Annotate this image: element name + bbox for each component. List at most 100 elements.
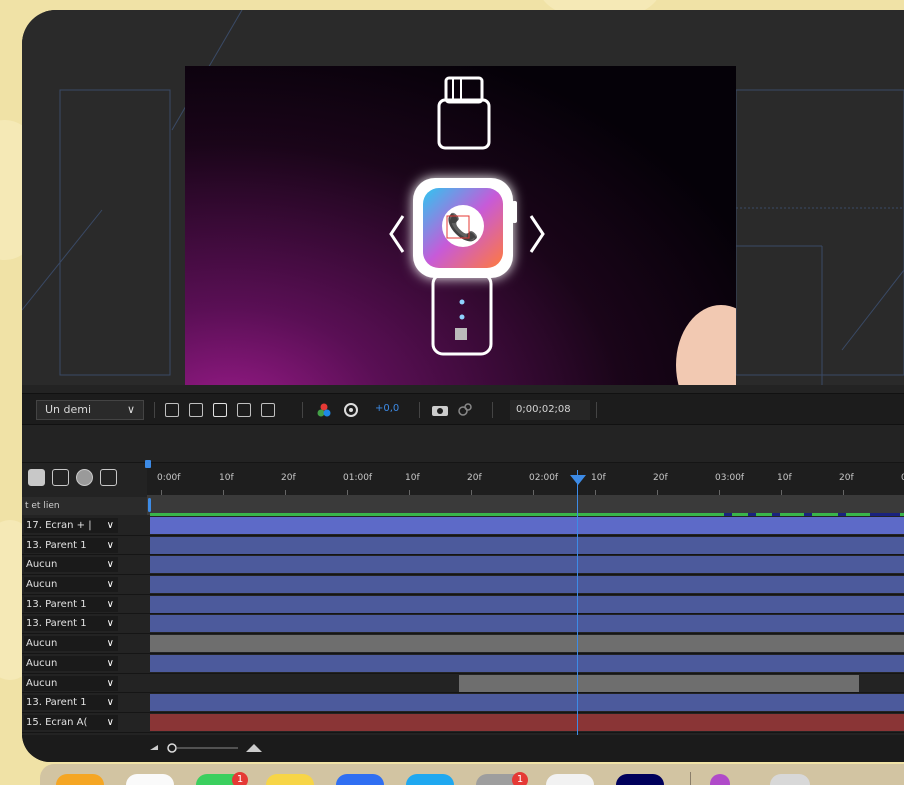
show-snapshot-icon[interactable] <box>458 402 472 416</box>
row-spacer <box>118 653 147 673</box>
row-spacer <box>118 594 147 614</box>
parent-link-dropdown[interactable]: Aucun ∨ <box>24 557 118 573</box>
layer-duration-bar[interactable] <box>150 517 904 534</box>
chevron-down-icon: ∨ <box>126 403 135 416</box>
timeline-panel-header <box>22 425 904 463</box>
row-spacer <box>118 693 147 712</box>
time-ruler[interactable]: 0:00f 10f 20f 01:00f 10f 20f 02:00f 10f 20f 03:00… <box>147 463 904 495</box>
ruler-tick-label: 20f <box>281 473 296 483</box>
work-area-bar[interactable] <box>147 495 904 515</box>
ruler-tick-label: 10f <box>591 473 606 483</box>
chevron-down-icon: ∨ <box>106 716 114 728</box>
layer-row[interactable]: 13. Parent 1 ∨ <box>22 693 904 713</box>
reset-exposure-icon[interactable] <box>344 403 358 417</box>
parent-link-dropdown[interactable]: Aucun ∨ <box>24 655 118 671</box>
parent-link-label: Aucun <box>26 559 58 571</box>
transparency-grid-icon[interactable] <box>189 403 203 417</box>
playhead-handle[interactable] <box>570 475 586 485</box>
parent-link-dropdown[interactable]: 13. Parent 1 ∨ <box>24 537 118 553</box>
layer-row[interactable]: 17. Ecran + | ∨ <box>22 516 904 536</box>
dock-app-store-icon[interactable] <box>406 774 454 785</box>
layer-duration-bar[interactable] <box>459 674 859 692</box>
guides-icon[interactable] <box>261 403 275 417</box>
dock-notes-icon[interactable] <box>266 774 314 785</box>
dock-divider <box>690 772 691 785</box>
layer-duration-bar[interactable] <box>150 615 904 633</box>
layer-row[interactable]: Aucun ∨ <box>22 673 904 694</box>
draft-3d-icon[interactable] <box>28 469 45 486</box>
parent-link-dropdown[interactable]: 13. Parent 1 ∨ <box>24 695 118 711</box>
layer-row[interactable]: Aucun ∨ <box>22 575 904 595</box>
graph-editor-icon[interactable] <box>100 469 117 486</box>
dock-app-icon[interactable] <box>126 774 174 785</box>
color-channels-icon[interactable] <box>317 403 331 417</box>
parent-column-header: t et lien <box>22 497 147 515</box>
region-of-interest-icon[interactable] <box>237 403 251 417</box>
parent-link-dropdown[interactable]: Aucun ∨ <box>24 577 118 593</box>
parent-link-label: Aucun <box>26 638 58 650</box>
layer-duration-bar[interactable] <box>150 576 904 594</box>
layer-duration-bar[interactable] <box>150 556 904 574</box>
macos-dock: 1 1 <box>40 764 904 785</box>
dock-after-effects-icon[interactable] <box>616 774 664 785</box>
parent-link-label: 17. Ecran + | <box>26 520 92 531</box>
layer-duration-bar[interactable] <box>150 654 904 672</box>
notification-badge: 1 <box>512 772 528 785</box>
dock-chrome-icon[interactable] <box>546 774 594 785</box>
layer-duration-bar[interactable] <box>150 635 904 653</box>
parent-link-dropdown[interactable]: 15. Ecran A(∨ <box>24 714 118 730</box>
ruler-tick-label: 01:00f <box>343 473 373 483</box>
parent-link-label: Aucun <box>26 579 58 591</box>
layer-row[interactable]: Aucun ∨ <box>22 653 904 674</box>
current-time-display[interactable]: 0;00;02;08 <box>510 400 590 420</box>
shy-layers-icon[interactable] <box>52 469 69 486</box>
dock-app-icon[interactable] <box>56 774 104 785</box>
layer-row[interactable]: 13. Parent 1 ∨ <box>22 614 904 635</box>
layer-row[interactable]: 15. Ecran A(∨ <box>22 712 904 733</box>
mask-path-icon[interactable] <box>213 403 227 417</box>
dock-trash-icon[interactable] <box>770 774 810 785</box>
ruler-tick-label: 20f <box>653 473 668 483</box>
dock-messages-icon[interactable]: 1 <box>196 772 248 785</box>
playhead-line <box>577 470 578 740</box>
layer-row[interactable]: 13. Parent 1 ∨ <box>22 535 904 556</box>
composition-frame: 📞 <box>185 66 736 385</box>
dock-app-icon[interactable] <box>710 774 730 785</box>
zoom-slider[interactable] <box>150 741 270 755</box>
row-spacer <box>118 614 147 634</box>
fast-preview-icon[interactable] <box>165 403 179 417</box>
layer-row[interactable]: Aucun ∨ <box>22 555 904 576</box>
work-area-start-marker[interactable] <box>145 460 151 468</box>
layer-row[interactable]: Aucun ∨ <box>22 634 904 654</box>
toolbar-separator <box>302 402 303 418</box>
row-spacer <box>118 555 147 575</box>
chevron-down-icon: ∨ <box>106 539 114 551</box>
viewer-toolbar: Un demi ∨ +0,0 0;00;02;08 <box>22 393 904 425</box>
resolution-dropdown[interactable]: Un demi ∨ <box>36 400 144 420</box>
row-spacer <box>118 535 147 555</box>
parent-link-dropdown[interactable]: 13. Parent 1 ∨ <box>24 616 118 632</box>
layer-duration-bar[interactable] <box>150 694 904 712</box>
row-spacer <box>118 575 147 594</box>
parent-link-dropdown[interactable]: Aucun ∨ <box>24 675 118 691</box>
composition-viewer[interactable]: 📞 <box>22 10 904 385</box>
snapshot-camera-icon[interactable] <box>432 404 448 416</box>
chevron-down-icon: ∨ <box>106 697 114 709</box>
exposure-value[interactable]: +0,0 <box>375 403 399 414</box>
in-point-marker[interactable] <box>148 498 151 512</box>
parent-link-dropdown[interactable]: Aucun ∨ <box>24 636 118 652</box>
parent-link-label: 13. Parent 1 <box>26 598 87 610</box>
parent-link-label: Aucun <box>26 677 58 689</box>
motion-blur-icon[interactable] <box>76 469 93 486</box>
chevron-down-icon: ∨ <box>106 677 114 689</box>
parent-link-label: 13. Parent 1 <box>26 697 87 709</box>
parent-link-dropdown[interactable]: 17. Ecran + | ∨ <box>24 518 118 533</box>
layer-duration-bar[interactable] <box>150 713 904 731</box>
layer-duration-bar[interactable] <box>150 536 904 554</box>
dock-settings-icon[interactable]: 1 <box>476 772 528 785</box>
row-spacer <box>118 712 147 732</box>
parent-link-dropdown[interactable]: 13. Parent 1 ∨ <box>24 596 118 612</box>
layer-row[interactable]: 13. Parent 1 ∨ <box>22 594 904 615</box>
layer-duration-bar[interactable] <box>150 595 904 613</box>
dock-app-icon[interactable] <box>336 774 384 785</box>
